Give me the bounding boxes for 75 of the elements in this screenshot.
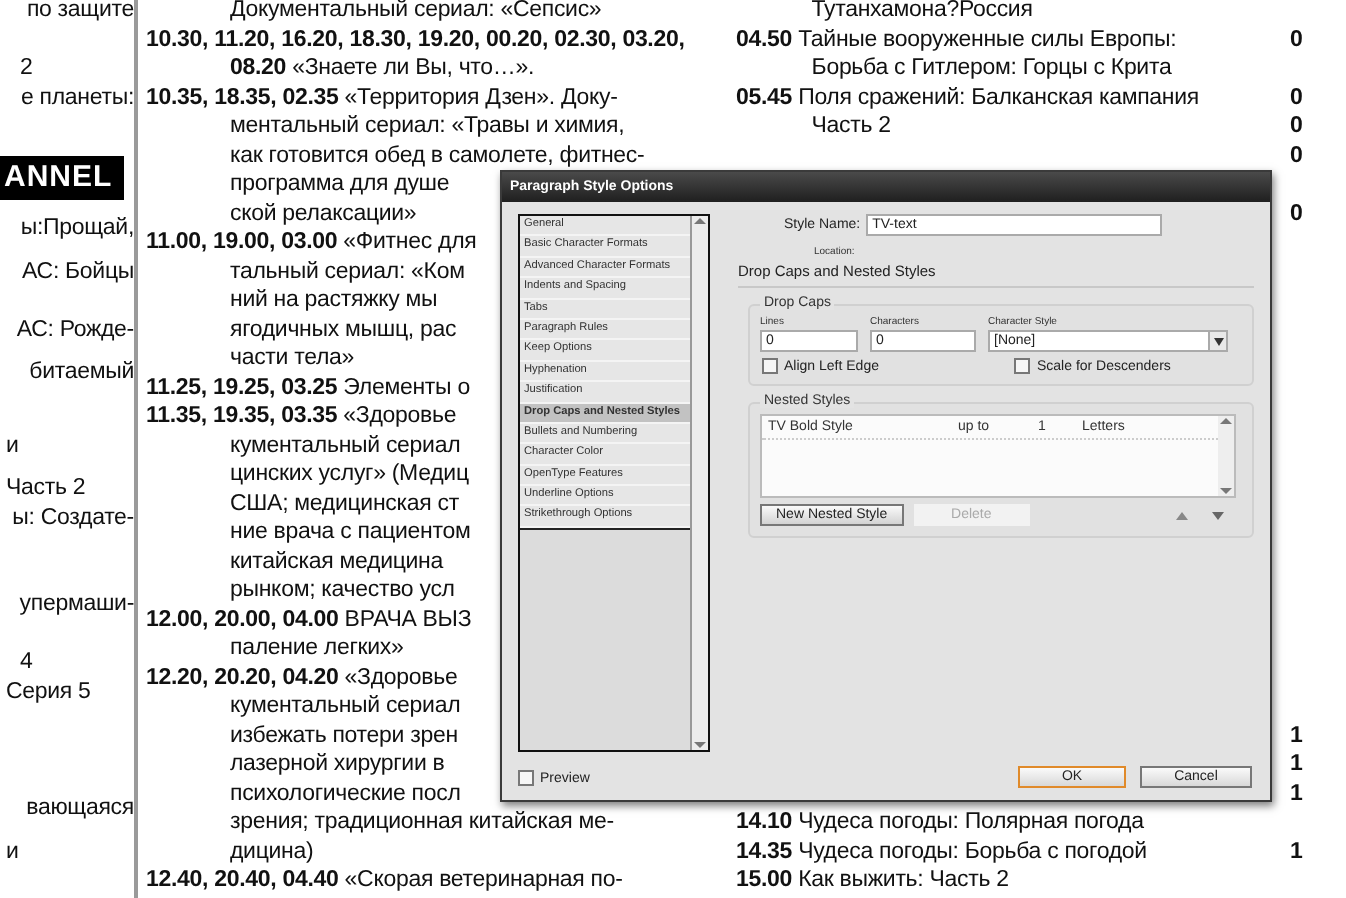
schedule-line: Часть 2: [811, 112, 891, 141]
dropdown-caret-icon: [1208, 332, 1226, 350]
schedule-line: цинских услуг» (Медиц: [230, 460, 469, 489]
schedule-line: ние врача с пациентом: [230, 518, 471, 547]
scroll-up-icon[interactable]: [1220, 416, 1232, 426]
schedule-line: ской релаксации»: [230, 199, 417, 228]
scroll-down-icon[interactable]: [1220, 486, 1232, 496]
schedule-line: 14.10 Чудеса погоды: Полярная погода: [736, 808, 1144, 837]
schedule-line: 08.20 «Знаете ли Вы, что…».: [230, 54, 535, 83]
scroll-down-icon[interactable]: [694, 740, 706, 750]
scrollbar[interactable]: [692, 216, 708, 750]
schedule-line: 11.35, 19.35, 03.35 «Здоровье: [146, 402, 457, 431]
schedule-time: 0: [1290, 112, 1303, 141]
schedule-time: 1: [1290, 721, 1303, 750]
schedule-line: ментальный сериал: «Травы и химия,: [230, 112, 625, 141]
schedule-time: 1: [1290, 837, 1303, 866]
schedule-line: 15.00 Как выжить: Часть 2: [736, 866, 1009, 895]
schedule-line: избежать потери зрен: [230, 721, 458, 750]
schedule-line: рынком; качество усл: [230, 576, 455, 605]
schedule-line: 04.50 Тайные вооруженные силы Европы:: [736, 25, 1177, 54]
schedule-time: 1: [1290, 750, 1303, 779]
schedule-line: Борьба с Гитлером: Горцы с Крита: [811, 54, 1172, 83]
move-down-icon[interactable]: [1212, 509, 1224, 521]
schedule-line: 2: [20, 54, 33, 83]
schedule-time: 1: [1290, 779, 1303, 808]
schedule-line: ний на растяжку мы: [230, 286, 438, 315]
schedule-line: и: [6, 837, 19, 866]
schedule-line: битаемый: [29, 358, 134, 388]
schedule-line: е планеты:: [20, 83, 134, 112]
schedule-line: психологические посл: [230, 779, 461, 808]
schedule-time: 0: [1290, 141, 1303, 170]
schedule-line: США; медицинская ст: [230, 489, 459, 518]
schedule-line: ы: Создате-: [12, 503, 134, 533]
schedule-time: 0: [1290, 83, 1303, 112]
schedule-line: упермаши-: [19, 590, 134, 620]
schedule-line: 14.35 Чудеса погоды: Борьба с погодой: [736, 837, 1147, 866]
schedule-line: вающаяся: [26, 793, 134, 823]
schedule-time: 0: [1290, 25, 1303, 54]
schedule-line: ы:Прощай,: [20, 213, 134, 243]
schedule-line: 05.45 Поля сражений: Балканская кампания: [736, 83, 1199, 112]
schedule-line: ягодичных мышц, рас: [230, 315, 457, 344]
schedule-line: по защите: [26, 0, 134, 25]
schedule-line: Тутанхамона?Россия: [811, 0, 1033, 25]
schedule-line: 12.20, 20.20, 04.20 «Здоровье: [146, 663, 458, 692]
schedule-line: 10.30, 11.20, 16.20, 18.30, 19.20, 00.20, 02.30, 03.20,: [146, 25, 685, 54]
schedule-line: 12.00, 20.00, 04.00 ВРАЧА ВЫЗ: [146, 605, 472, 634]
scrollbar[interactable]: [1218, 416, 1234, 496]
schedule-line: паление легких»: [230, 634, 404, 663]
schedule-line: кументальный сериал: [230, 692, 461, 721]
schedule-line: 4: [20, 648, 33, 678]
schedule-line: программа для душе: [230, 170, 450, 199]
schedule-line: кументальный сериал: [230, 431, 461, 460]
schedule-line: зрения; традиционная китайская ме-: [230, 808, 614, 837]
schedule-line: 10.35, 18.35, 02.35 «Территория Дзен». Доку-: [146, 83, 618, 112]
scroll-up-icon[interactable]: [694, 216, 706, 226]
schedule-line: части тела»: [230, 344, 355, 373]
schedule-line: лазерной хирургии в: [230, 750, 445, 779]
checkbox-icon[interactable]: [518, 770, 534, 786]
schedule-line: 11.00, 19.00, 03.00 «Фитнес для: [146, 228, 477, 257]
schedule-line: 12.40, 20.40, 04.40 «Скорая ветеринарная по-: [146, 866, 623, 895]
schedule-line: 11.25, 19.25, 03.25 Элементы о: [146, 373, 470, 402]
checkbox-icon[interactable]: [1014, 358, 1031, 374]
schedule-line: АС: Рожде-: [16, 315, 134, 344]
checkbox-icon[interactable]: [762, 358, 778, 374]
schedule-line: тальный сериал: «Ком: [230, 257, 465, 286]
schedule-line: дицина): [230, 837, 314, 866]
schedule-time: 0: [1290, 199, 1303, 228]
schedule-line: Серия 5: [6, 677, 91, 707]
channel-logo: ANNEL: [0, 155, 125, 199]
schedule-line: и: [6, 431, 19, 460]
schedule-line: АС: Бойцы: [22, 257, 134, 286]
schedule-line: как готовится обед в самолете, фитнес-: [230, 141, 645, 170]
schedule-line: Часть 2: [6, 474, 86, 504]
schedule-line: китайская медицина: [230, 547, 444, 576]
move-up-icon[interactable]: [1176, 509, 1188, 521]
